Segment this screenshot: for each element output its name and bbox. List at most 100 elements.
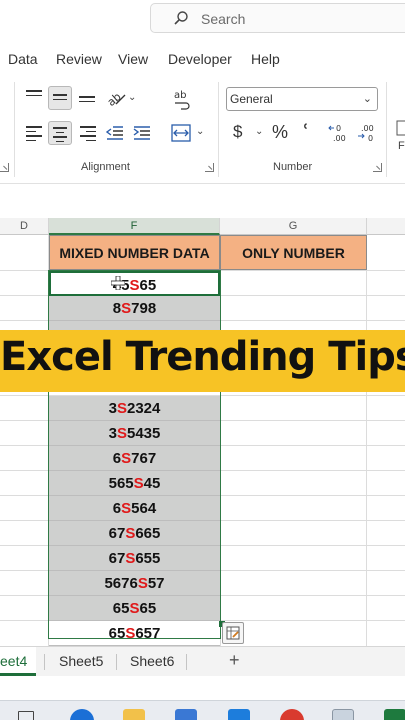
data-cell[interactable]: 3S2324 [49, 396, 220, 421]
header-cell-only-number[interactable]: ONLY NUMBER [220, 235, 367, 270]
excel-icon[interactable] [384, 709, 405, 720]
edge-icon[interactable] [70, 709, 94, 720]
data-cell[interactable]: 3S5435 [49, 421, 220, 446]
cell-text: 657 [135, 625, 161, 642]
cell-text-s: S [121, 450, 132, 467]
ribbon-separator [386, 82, 387, 177]
file-explorer-icon[interactable] [123, 709, 145, 720]
chevron-down-icon[interactable]: ⌄ [196, 126, 204, 137]
data-cell[interactable]: 6S564 [49, 496, 220, 521]
column-header-d[interactable]: D [0, 218, 49, 235]
header-cell-mixed-number-data[interactable]: MIXED NUMBER DATA [49, 235, 220, 270]
column-header-f[interactable]: F [49, 218, 220, 235]
cell-text: 655 [135, 550, 161, 567]
search-placeholder: Search [201, 11, 246, 27]
number-format-dropdown[interactable]: General ⌄ [226, 87, 378, 111]
alignment-launcher-icon[interactable] [205, 163, 214, 172]
data-cell[interactable]: 65S657 [49, 621, 220, 646]
column-header-g[interactable]: G [220, 218, 367, 235]
cell-text: 5435 [126, 425, 161, 442]
gridline [220, 235, 221, 646]
quick-analysis-button[interactable] [222, 622, 244, 644]
data-cell[interactable]: 67S655 [49, 546, 220, 571]
cell-text-s: S [125, 550, 136, 567]
currency-button[interactable]: $ [233, 122, 242, 142]
merge-center-icon[interactable] [171, 124, 191, 142]
chevron-down-icon[interactable]: ⌄ [128, 92, 136, 103]
align-left-icon[interactable] [26, 126, 42, 144]
conditional-format-icon[interactable] [396, 120, 405, 136]
chrome-icon[interactable] [280, 709, 304, 720]
task-view-icon[interactable] [18, 711, 34, 720]
tab-separator [44, 654, 45, 670]
increase-indent-icon[interactable] [133, 125, 151, 141]
cell-text-s: S [121, 500, 132, 517]
search-box[interactable]: Search [150, 3, 405, 33]
sheet-tab-sheet6[interactable]: Sheet6 [130, 647, 174, 676]
ribbon: ab ⌄ ab ⌄ Alignment General ⌄ $ ⌄ % ՙ 0 … [0, 74, 405, 184]
cell-text: 65 [108, 625, 126, 642]
menu-tab-help[interactable]: Help [251, 51, 280, 67]
bottom-align-icon[interactable] [79, 96, 95, 105]
cell-text-s: S [137, 575, 148, 592]
cell-text-s: S [133, 475, 144, 492]
decrease-decimal-icon[interactable]: .00 0 [356, 122, 378, 144]
cell-text: 65 [139, 600, 157, 617]
cell-text: 67 [108, 525, 126, 542]
mail-icon[interactable] [228, 709, 250, 720]
cell-text-s: S [129, 600, 140, 617]
svg-text:0: 0 [336, 124, 341, 133]
svg-text:.00: .00 [333, 134, 346, 143]
svg-text:ab: ab [174, 90, 186, 101]
add-sheet-button[interactable]: + [229, 650, 240, 671]
decrease-indent-icon[interactable] [106, 125, 124, 141]
wrap-text-icon[interactable]: ab [172, 88, 192, 110]
data-cell[interactable]: 6S767 [49, 446, 220, 471]
menu-tab-view[interactable]: View [118, 51, 148, 67]
cell-text: 8 [112, 300, 122, 317]
store-icon[interactable] [175, 709, 197, 720]
menu-tab-review[interactable]: Review [56, 51, 102, 67]
font-launcher-icon[interactable] [0, 163, 9, 172]
data-cell[interactable]: 67S665 [49, 521, 220, 546]
cell-text: 6 [112, 450, 122, 467]
sheet-tab-bar: eet4 Sheet5 Sheet6 + [0, 646, 405, 676]
sheet-tab-sheet4[interactable]: eet4 [0, 647, 36, 676]
align-center-button[interactable] [48, 121, 72, 145]
data-cell[interactable]: 5676S57 [49, 571, 220, 596]
data-cell[interactable]: 565S45 [49, 471, 220, 496]
app-icon[interactable] [332, 709, 354, 720]
middle-align-button[interactable] [48, 86, 72, 110]
cell-text: 45 [143, 475, 161, 492]
chevron-down-icon[interactable]: ⌄ [255, 126, 263, 137]
align-right-icon[interactable] [80, 126, 96, 144]
banner-text: Excel Trending Tips [0, 334, 405, 380]
cell-text-s: S [125, 625, 136, 642]
tab-separator [186, 654, 187, 670]
cell-text: 564 [131, 500, 157, 517]
increase-decimal-icon[interactable]: 0 .00 [328, 122, 350, 144]
percent-button[interactable]: % [272, 122, 288, 143]
data-cell[interactable]: 8S798 [49, 296, 220, 321]
cell-text: 767 [131, 450, 157, 467]
data-cell[interactable]: 65S65 [49, 596, 220, 621]
taskbar [0, 700, 405, 720]
orientation-icon[interactable]: ab [106, 89, 128, 107]
gridline [366, 235, 367, 646]
column-header-h[interactable] [367, 218, 405, 235]
cell-text-s: S [116, 425, 127, 442]
menu-tab-data[interactable]: Data [8, 51, 38, 67]
cell-text: 65 [139, 277, 157, 294]
move-cursor-icon [111, 276, 125, 290]
number-launcher-icon[interactable] [373, 163, 382, 172]
alignment-group-label: Alignment [81, 161, 130, 173]
number-format-value: General [230, 92, 273, 106]
comma-style-button[interactable]: ՙ [302, 120, 309, 145]
menu-tab-developer[interactable]: Developer [168, 51, 232, 67]
data-cell[interactable]: 45S65 [49, 271, 220, 296]
cell-text: 665 [135, 525, 161, 542]
sheet-tab-sheet5[interactable]: Sheet5 [59, 647, 103, 676]
cell-text: 2324 [126, 400, 161, 417]
top-align-icon[interactable] [26, 90, 42, 99]
cell-text: 565 [108, 475, 134, 492]
